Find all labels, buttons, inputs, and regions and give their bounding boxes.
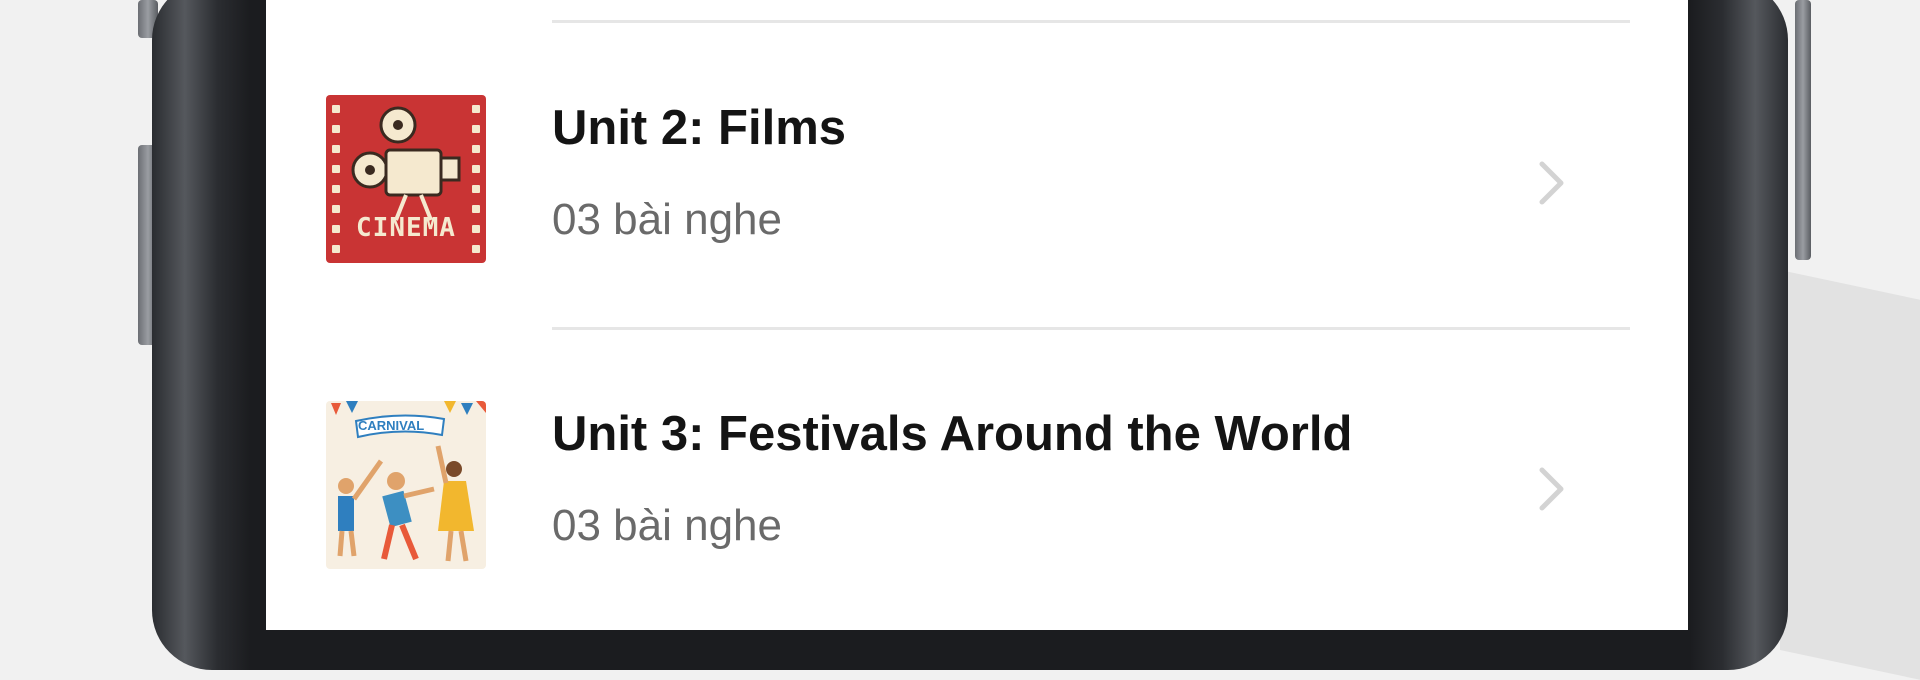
list-divider xyxy=(552,20,1630,23)
chevron-right-icon xyxy=(1539,467,1564,511)
list-divider xyxy=(552,327,1630,330)
unit-title: Unit 2: Films xyxy=(552,101,847,155)
phone-screen: CINEMA Unit 2: Films 03 bài nghe CARNIVA… xyxy=(266,0,1688,630)
unit-subtitle: 03 bài nghe xyxy=(552,501,782,550)
carnival-thumbnail-label: CARNIVAL xyxy=(358,418,425,433)
unit-list-item[interactable]: CARNIVAL Unit 3: Festivals Around the Wo… xyxy=(266,386,1688,586)
unit-list-item[interactable]: CINEMA Unit 2: Films 03 bài nghe xyxy=(266,80,1688,280)
unit-title: Unit 3: Festivals Around the World xyxy=(552,407,1353,461)
chevron-right-icon xyxy=(1539,161,1564,205)
background-shape xyxy=(1780,270,1920,680)
phone-power-button xyxy=(1795,0,1811,260)
carnival-thumbnail: CARNIVAL xyxy=(326,401,486,569)
unit-subtitle: 03 bài nghe xyxy=(552,195,782,244)
cinema-thumbnail-label: CINEMA xyxy=(356,213,456,243)
cinema-thumbnail: CINEMA xyxy=(326,95,486,263)
